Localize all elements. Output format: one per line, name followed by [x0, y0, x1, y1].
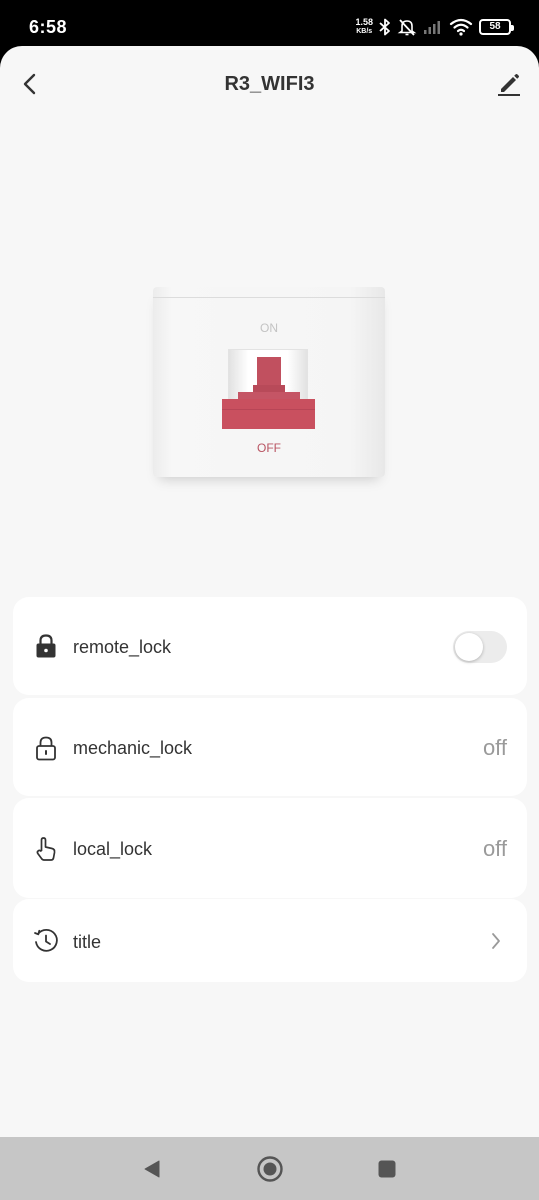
wifi-icon	[449, 18, 473, 36]
page-title: R3_WIFI3	[224, 73, 315, 95]
row-value: off	[482, 735, 507, 760]
mute-icon	[397, 19, 417, 36]
switch-lever	[257, 357, 281, 387]
switch-lever-base	[222, 399, 315, 429]
row-title[interactable]: title	[13, 899, 527, 982]
switch-off-label: OFF	[257, 441, 281, 455]
status-time: 6:58	[29, 17, 68, 37]
device-screen: R3_WIFI3 ON OFF remote_lock mechanic_loc…	[0, 46, 539, 1137]
net-speed: 1.58 KB/s	[355, 18, 373, 36]
switch-on-label: ON	[260, 321, 278, 335]
hand-pointer-icon	[33, 836, 59, 862]
battery-level: 58	[489, 21, 501, 32]
nav-home-button[interactable]	[256, 1155, 284, 1183]
status-icons: 1.58 KB/s 58	[355, 16, 514, 38]
row-label: mechanic_lock	[73, 738, 193, 758]
signal-icon	[424, 21, 440, 34]
toggle-knob	[455, 633, 483, 661]
row-mechanic-lock: mechanic_lock off	[13, 698, 527, 796]
clock-history-icon	[33, 928, 59, 954]
row-local-lock: local_lock off	[13, 798, 527, 898]
nav-back-button[interactable]	[138, 1155, 166, 1183]
circle-home-icon	[257, 1156, 283, 1182]
row-label: title	[73, 932, 102, 952]
lock-closed-icon	[33, 633, 59, 659]
chevron-right-icon	[489, 931, 503, 951]
power-switch[interactable]: ON OFF	[153, 287, 385, 480]
triangle-back-icon	[144, 1160, 160, 1178]
net-speed-value: 1.58	[355, 17, 373, 27]
header: R3_WIFI3	[0, 46, 539, 124]
remote-lock-toggle[interactable]	[453, 631, 507, 663]
bluetooth-icon	[379, 18, 390, 36]
edit-button[interactable]	[493, 68, 525, 100]
row-label: local_lock	[73, 839, 153, 859]
net-speed-unit: KB/s	[356, 28, 373, 35]
row-label: remote_lock	[73, 637, 172, 657]
square-recents-icon	[378, 1160, 396, 1178]
lock-open-icon	[33, 735, 59, 761]
switch-plate: ON OFF	[153, 287, 385, 477]
row-value: off	[482, 836, 507, 861]
switch-plate-divider	[153, 297, 385, 298]
nav-recents-button[interactable]	[373, 1155, 401, 1183]
battery-icon: 58	[479, 19, 514, 35]
pencil-icon	[498, 74, 520, 96]
row-remote-lock: remote_lock	[13, 597, 527, 695]
navigation-bar	[0, 1137, 539, 1200]
